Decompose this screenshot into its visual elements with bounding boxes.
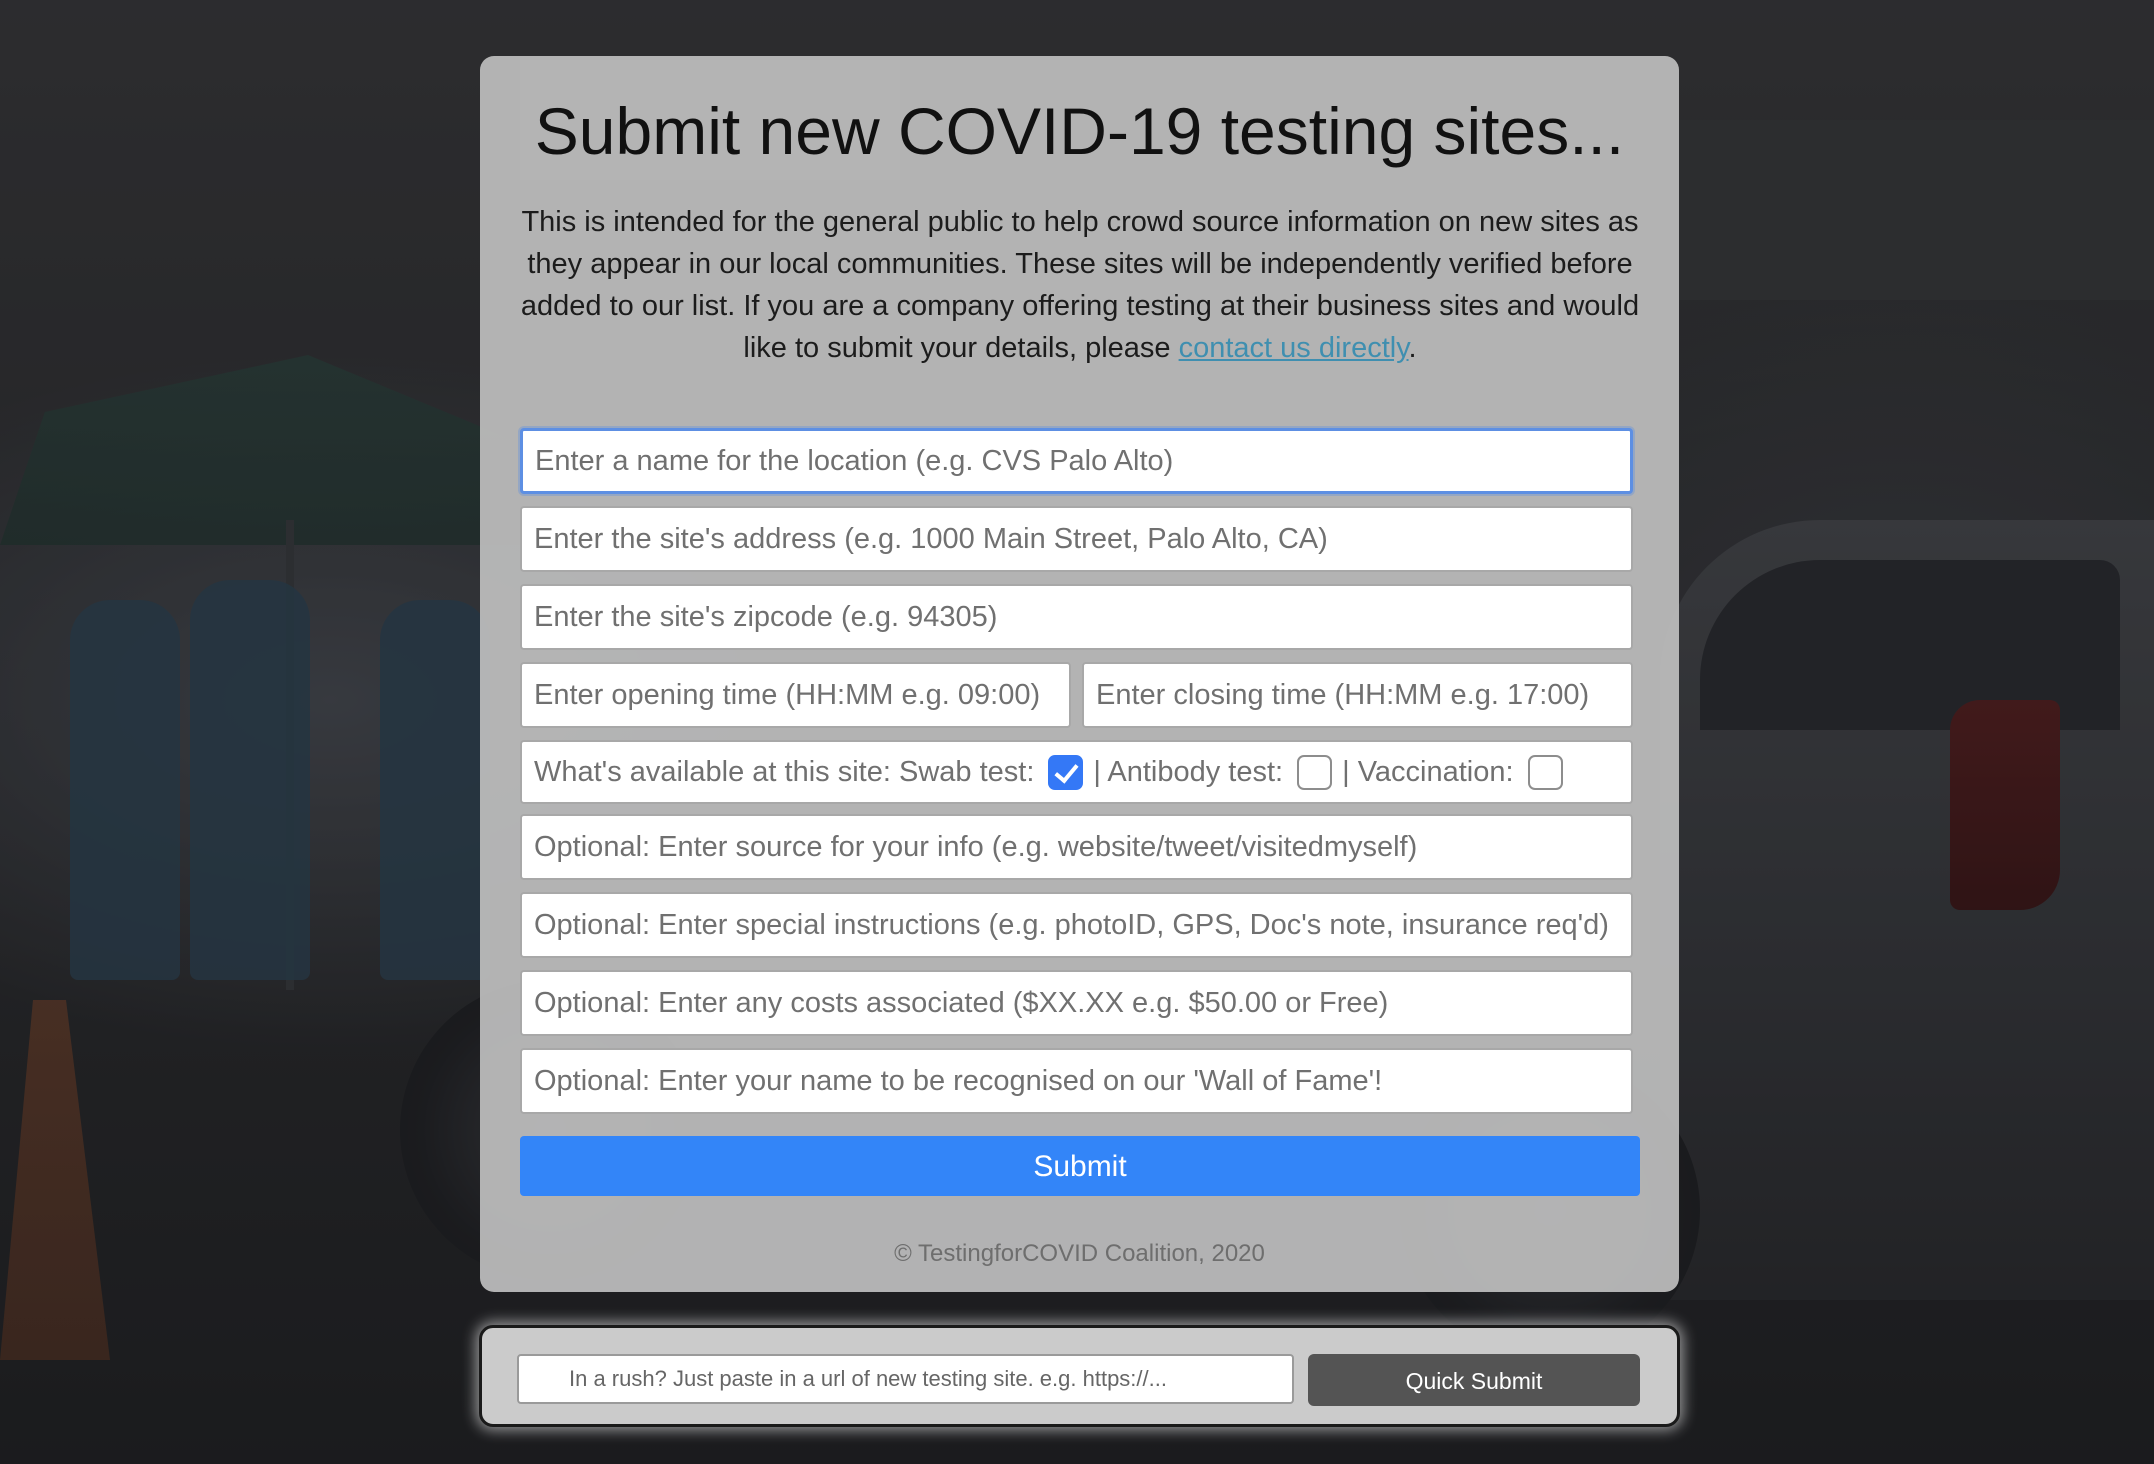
zipcode-field[interactable] — [520, 584, 1633, 650]
copyright-text: © TestingforCOVID Coalition, 2020 — [894, 1240, 1265, 1267]
instructions-input[interactable] — [534, 894, 1619, 956]
intro-text: This is intended for the general public … — [520, 206, 1640, 365]
closing-time-input[interactable] — [1096, 664, 1619, 726]
contributor-name-field[interactable] — [520, 1048, 1633, 1114]
source-field[interactable] — [520, 814, 1633, 880]
antibody-test-label: | Antibody test: — [1093, 755, 1284, 788]
availability-field: What's available at this site: Swab test… — [520, 740, 1633, 804]
contributor-name-input[interactable] — [534, 1050, 1619, 1112]
closing-time-field[interactable] — [1082, 662, 1633, 728]
opening-time-field[interactable] — [520, 662, 1071, 728]
address-input[interactable] — [534, 508, 1619, 570]
quick-url-field[interactable] — [517, 1354, 1294, 1404]
opening-time-input[interactable] — [534, 664, 1057, 726]
availability-label: What's available at this site: Swab test… — [534, 755, 1035, 788]
hours-row — [520, 662, 1633, 740]
costs-input[interactable] — [534, 972, 1619, 1034]
location-name-input[interactable] — [535, 431, 1618, 491]
intro-end: . — [1408, 332, 1417, 365]
submit-button[interactable]: Submit — [520, 1136, 1640, 1196]
zipcode-input[interactable] — [534, 586, 1619, 648]
vaccination-checkbox[interactable] — [1527, 754, 1563, 790]
quick-url-input[interactable] — [519, 1366, 1292, 1392]
quick-submit-button[interactable]: Quick Submit — [1308, 1354, 1640, 1406]
quick-submit-bar: Quick Submit — [479, 1325, 1680, 1427]
site-form: What's available at this site: Swab test… — [520, 428, 1640, 1196]
contact-us-link[interactable]: contact us directly — [1179, 332, 1409, 364]
source-input[interactable] — [534, 816, 1619, 878]
location-name-field[interactable] — [520, 428, 1633, 494]
page-title: Submit new COVID-19 testing sites... — [534, 94, 1625, 168]
antibody-test-checkbox[interactable] — [1297, 754, 1333, 790]
intro-paragraph: This is intended for the general public … — [520, 201, 1640, 369]
instructions-field[interactable] — [520, 892, 1633, 958]
address-field[interactable] — [520, 506, 1633, 572]
submission-card: Submit new COVID-19 testing sites... Thi… — [480, 56, 1679, 1292]
vaccination-label: | Vaccination: — [1342, 755, 1514, 788]
costs-field[interactable] — [520, 970, 1633, 1036]
swab-test-checkbox[interactable] — [1048, 754, 1084, 790]
